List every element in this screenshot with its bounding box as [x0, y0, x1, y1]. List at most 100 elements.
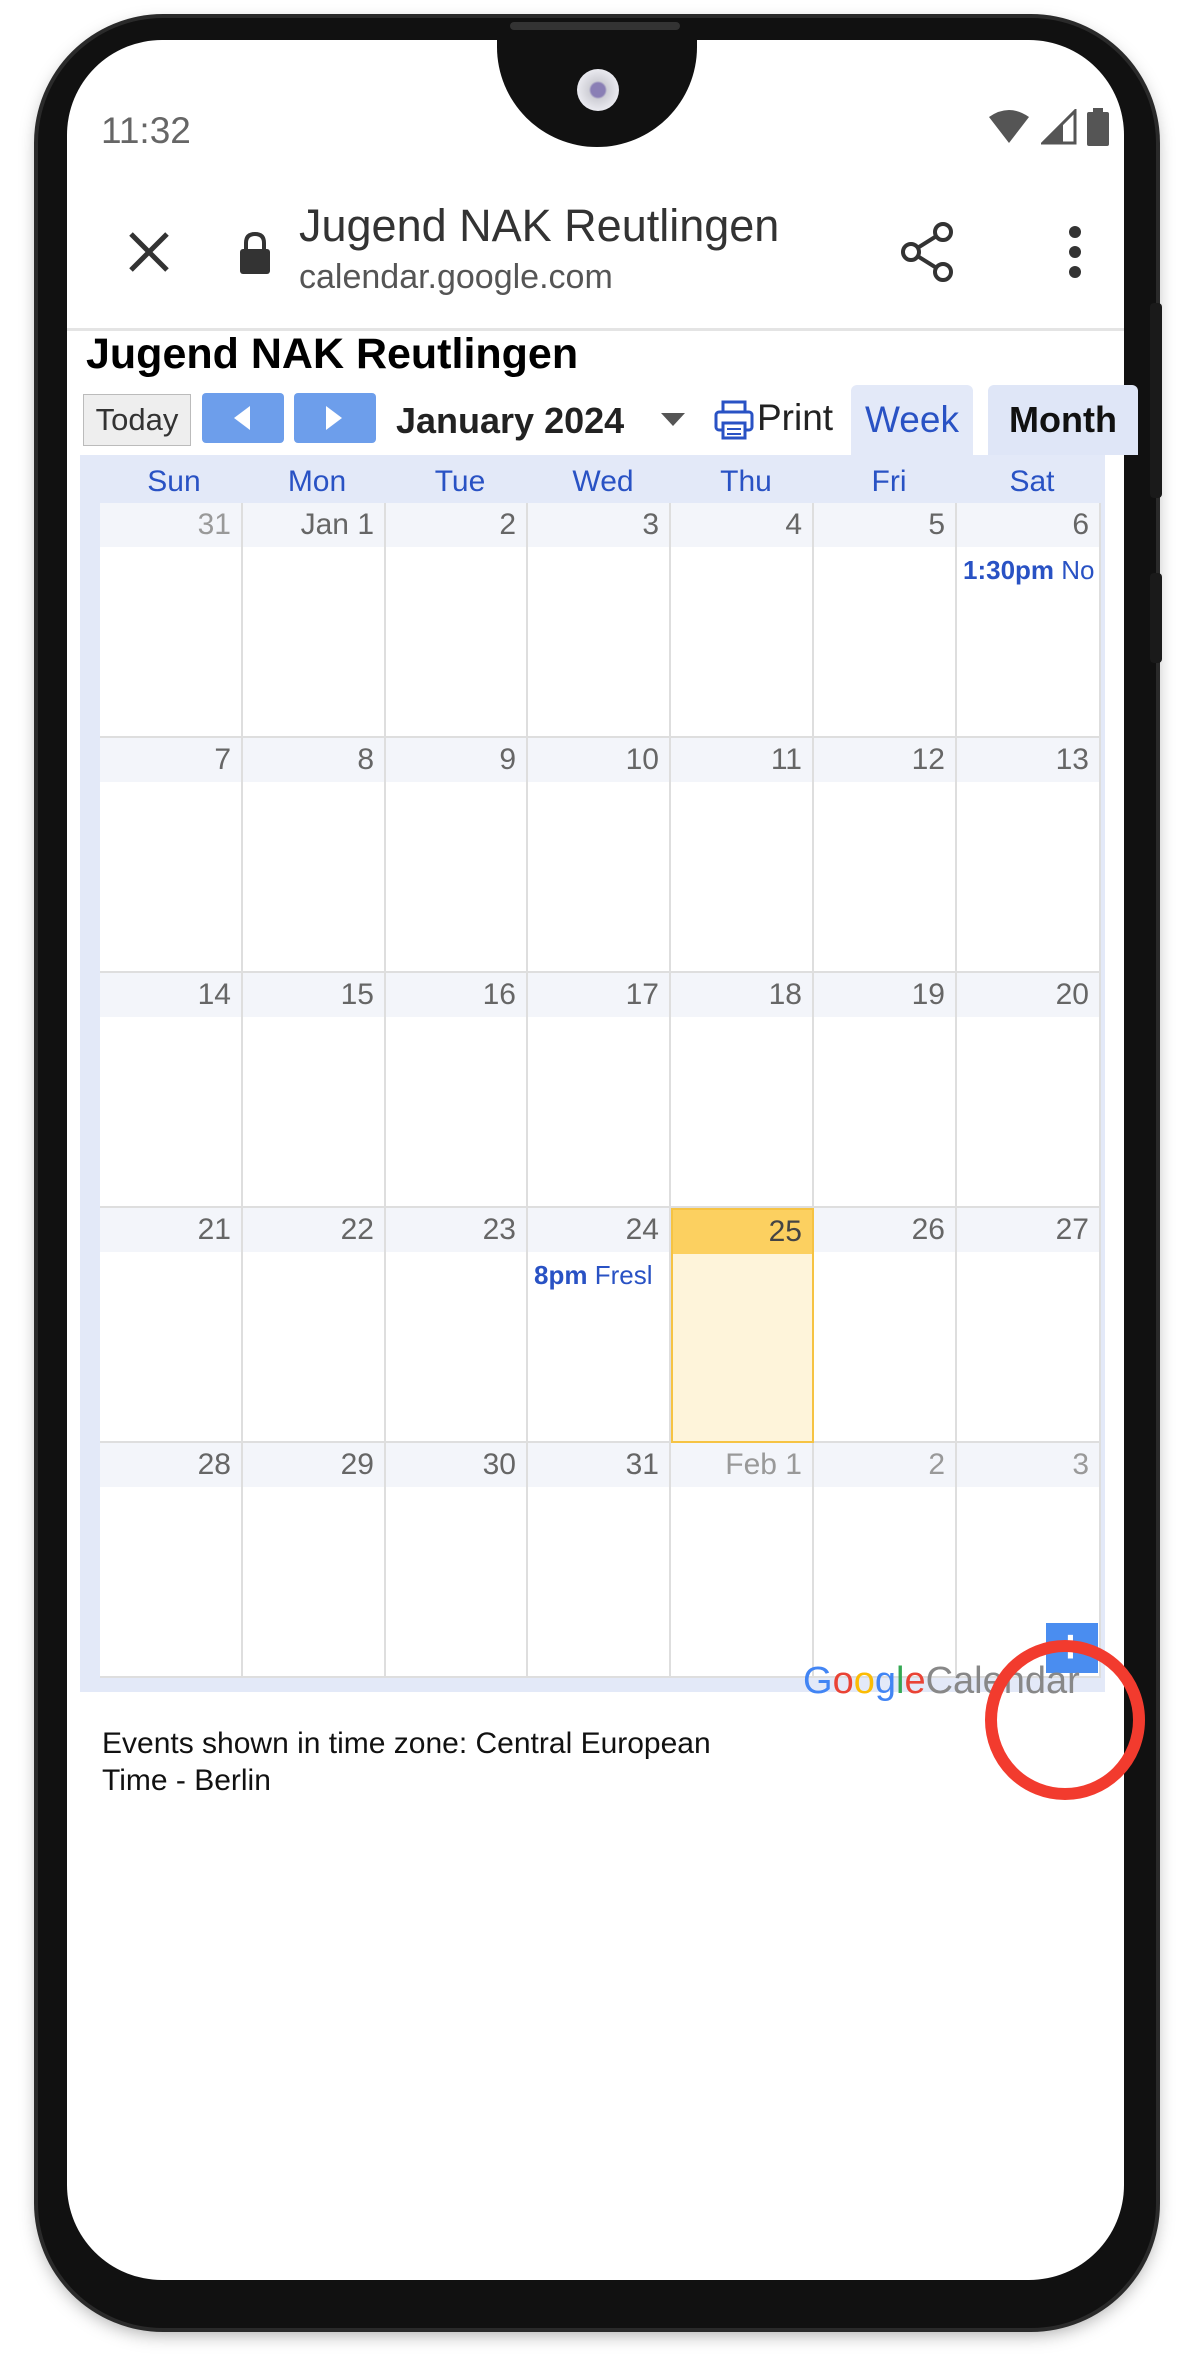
- day-cell[interactable]: 6: [957, 503, 1101, 738]
- day-cell[interactable]: 4: [671, 503, 814, 738]
- day-cell-today[interactable]: 25: [671, 1208, 814, 1443]
- day-cell[interactable]: 29: [243, 1443, 386, 1678]
- day-number: 7: [100, 738, 241, 782]
- day-number: 10: [528, 738, 669, 782]
- day-number: 16: [386, 973, 526, 1017]
- day-cell[interactable]: 16: [386, 973, 528, 1208]
- print-icon[interactable]: [713, 399, 755, 441]
- day-number: 14: [100, 973, 241, 1017]
- day-number: Feb 1: [671, 1443, 812, 1487]
- day-number: 12: [814, 738, 955, 782]
- day-number: Jan 1: [243, 503, 384, 547]
- close-icon[interactable]: [117, 220, 181, 284]
- timezone-note: Events shown in time zone: Central Europ…: [102, 1727, 711, 1797]
- day-cell[interactable]: 27: [957, 1208, 1101, 1443]
- day-number: 5: [814, 503, 955, 547]
- event-title: Fresl: [587, 1260, 653, 1290]
- chevron-left-icon: [234, 406, 250, 430]
- next-month-button[interactable]: [294, 393, 376, 443]
- day-number: 15: [243, 973, 384, 1017]
- day-cell[interactable]: 22: [243, 1208, 386, 1443]
- day-number: 2: [814, 1443, 955, 1487]
- day-cell[interactable]: 18: [671, 973, 814, 1208]
- tab-title: Jugend NAK Reutlingen: [299, 200, 780, 251]
- day-cell[interactable]: 10: [528, 738, 671, 973]
- weekday-header: Mon: [287, 465, 347, 498]
- day-cell[interactable]: 11: [671, 738, 814, 973]
- day-cell[interactable]: 5: [814, 503, 957, 738]
- day-cell[interactable]: 20: [957, 973, 1101, 1208]
- day-number: 22: [243, 1208, 384, 1252]
- day-cell[interactable]: 28: [100, 1443, 243, 1678]
- weekday-header: Sun: [147, 465, 201, 498]
- weekday-header: Sat: [1009, 465, 1055, 498]
- day-cell[interactable]: 12: [814, 738, 957, 973]
- day-cell[interactable]: 19: [814, 973, 957, 1208]
- tab-week[interactable]: Week: [851, 385, 973, 455]
- day-number: 13: [957, 738, 1099, 782]
- day-number: 3: [528, 503, 669, 547]
- day-cell[interactable]: Feb 1: [671, 1443, 814, 1678]
- day-number: 11: [671, 738, 812, 782]
- event-chip[interactable]: 1:30pm No: [963, 555, 1097, 586]
- day-cell[interactable]: 21: [100, 1208, 243, 1443]
- camera-icon: [577, 69, 619, 111]
- weekday-header: Fri: [871, 465, 907, 498]
- day-cell[interactable]: 13: [957, 738, 1101, 973]
- weekday-header: Tue: [434, 465, 486, 498]
- month-grid: 31 Jan 1 2 3 4 5 6 7 8 9 10 11 12 13 14 15 16 17 18 19 20 21 2…: [100, 503, 1101, 1678]
- day-cell[interactable]: 23: [386, 1208, 528, 1443]
- signal-icon: [1041, 109, 1077, 145]
- day-number: 29: [243, 1443, 384, 1487]
- day-number: 18: [671, 973, 812, 1017]
- calendar-title: Jugend NAK Reutlingen: [86, 330, 579, 378]
- today-button[interactable]: Today: [83, 394, 191, 446]
- day-number: 9: [386, 738, 526, 782]
- event-title: No: [1054, 555, 1095, 585]
- day-number: 3: [957, 1443, 1099, 1487]
- day-number: 26: [814, 1208, 955, 1252]
- power-button: [1150, 573, 1162, 663]
- day-number: 2: [386, 503, 526, 547]
- share-icon[interactable]: [897, 220, 957, 284]
- day-number: 28: [100, 1443, 241, 1487]
- weekday-header: Thu: [720, 465, 772, 498]
- lock-icon[interactable]: [237, 230, 273, 276]
- previous-month-button[interactable]: [202, 393, 284, 443]
- day-number: 30: [386, 1443, 526, 1487]
- event-chip[interactable]: 8pm Fresl: [534, 1260, 667, 1291]
- day-cell[interactable]: 9: [386, 738, 528, 973]
- day-cell[interactable]: 15: [243, 973, 386, 1208]
- day-cell[interactable]: 3: [528, 503, 671, 738]
- wifi-icon: [989, 110, 1029, 143]
- custom-tab-toolbar: Jugend NAK Reutlingen calendar.google.co…: [67, 200, 1124, 331]
- day-cell[interactable]: 30: [386, 1443, 528, 1678]
- day-cell[interactable]: 8: [243, 738, 386, 973]
- day-cell[interactable]: Jan 1: [243, 503, 386, 738]
- day-cell[interactable]: 7: [100, 738, 243, 973]
- day-cell[interactable]: 31: [528, 1443, 671, 1678]
- speaker-grille: [510, 22, 680, 30]
- day-number: 8: [243, 738, 384, 782]
- day-cell[interactable]: 2: [386, 503, 528, 738]
- weekday-header: Wed: [572, 465, 634, 498]
- day-number: 4: [671, 503, 812, 547]
- chevron-right-icon: [326, 406, 342, 430]
- print-button[interactable]: Print: [757, 397, 833, 439]
- day-cell[interactable]: 14: [100, 973, 243, 1208]
- more-options-icon[interactable]: [1067, 224, 1083, 280]
- tab-url[interactable]: calendar.google.com: [299, 258, 613, 297]
- month-dropdown-icon[interactable]: [661, 413, 685, 426]
- month-label: January 2024: [396, 400, 625, 441]
- day-number: 20: [957, 973, 1099, 1017]
- day-number: 6: [957, 503, 1099, 547]
- day-cell[interactable]: 31: [100, 503, 243, 738]
- day-cell[interactable]: 17: [528, 973, 671, 1208]
- day-number: 25: [673, 1210, 812, 1254]
- day-cell[interactable]: 26: [814, 1208, 957, 1443]
- day-number: 31: [528, 1443, 669, 1487]
- day-cell[interactable]: 24: [528, 1208, 671, 1443]
- calendar-toolbar: Today January 2024 Print Week Month: [83, 385, 1138, 455]
- event-time: 8pm: [534, 1260, 588, 1290]
- tab-month[interactable]: Month: [988, 385, 1138, 455]
